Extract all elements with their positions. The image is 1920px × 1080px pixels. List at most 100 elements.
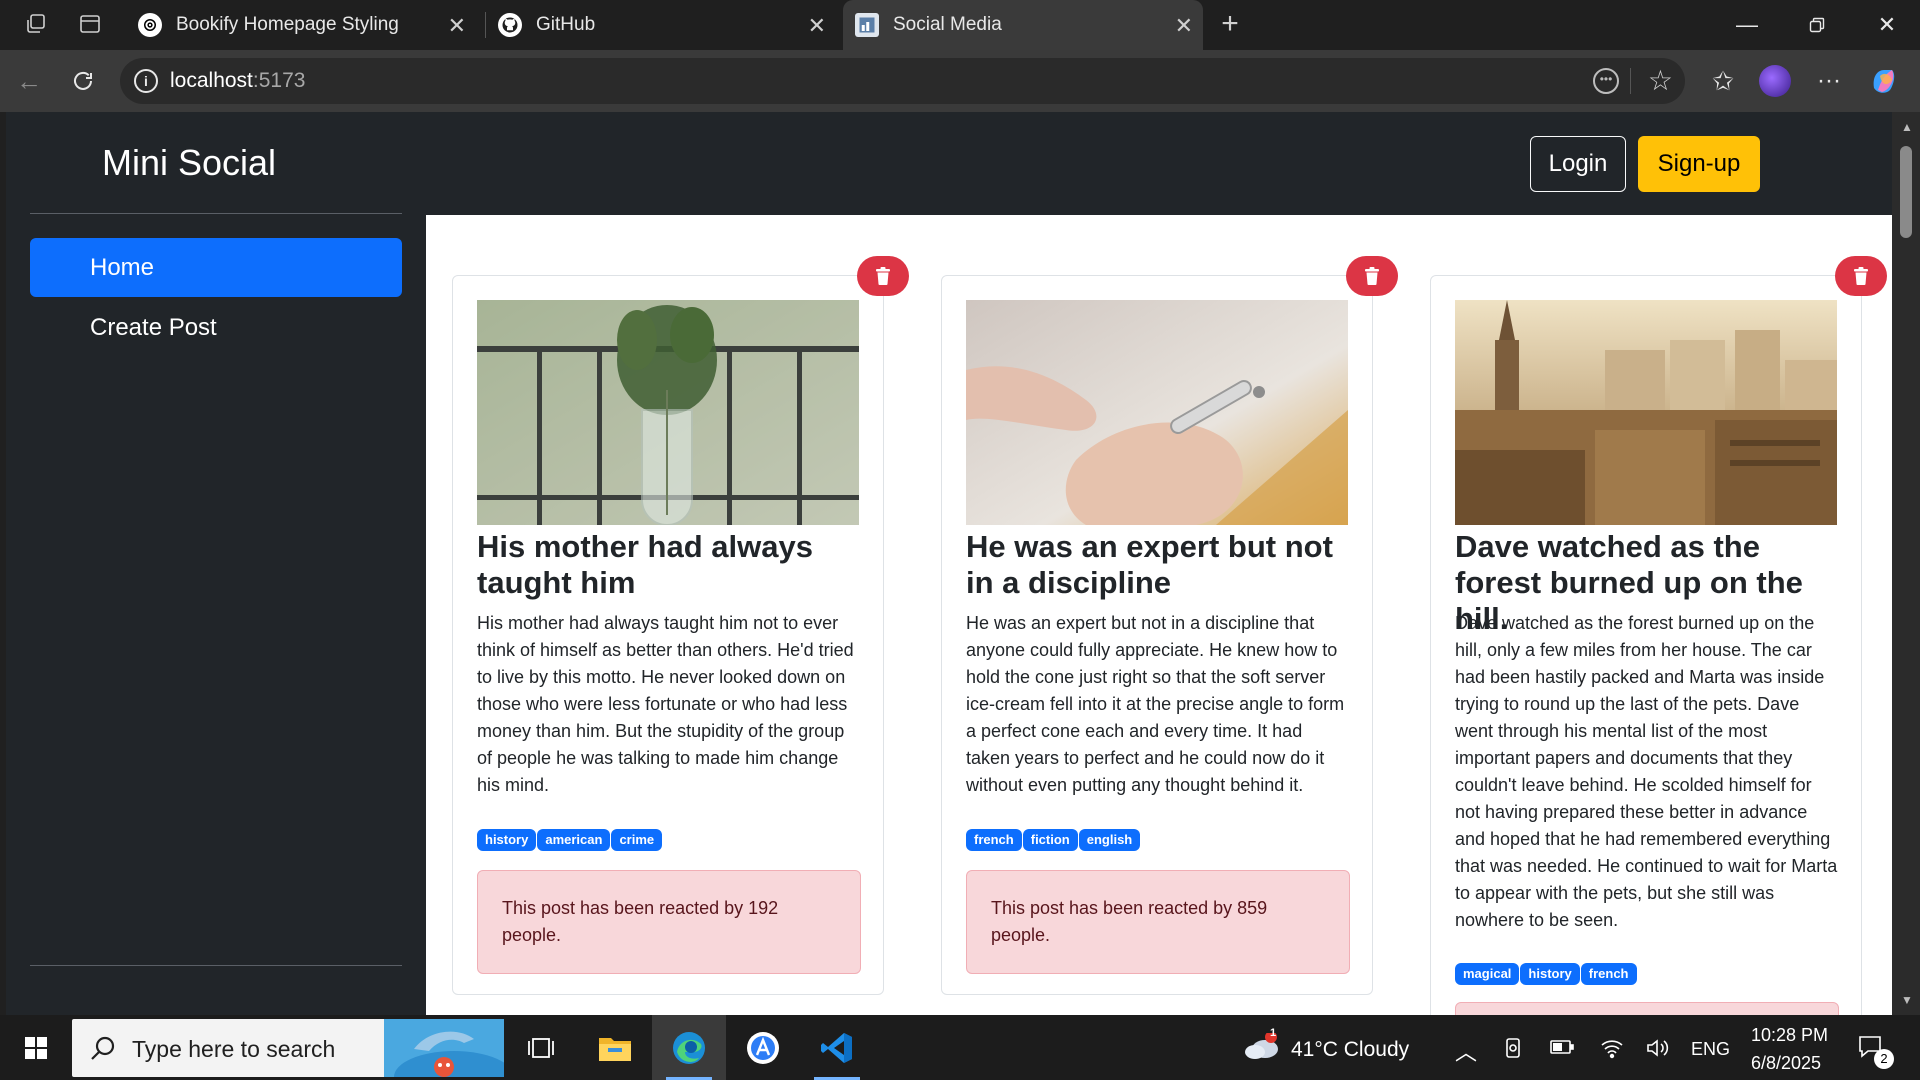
tag-badge: history [1520,963,1580,985]
browser-toolbar: ← i localhost:5173 ••• ☆ ✩ ··· [0,50,1920,112]
tab-bookify[interactable]: Bookify Homepage Styling ✕ [126,0,476,50]
scrollbar-thumb[interactable] [1900,146,1912,238]
favorites-icon[interactable]: ✩ [1706,64,1740,98]
minimize-icon[interactable]: — [1712,0,1782,50]
weather-widget[interactable]: 1 [1243,1027,1281,1066]
volume-icon[interactable] [1645,1037,1671,1065]
more-options-icon[interactable]: ··· [1812,64,1846,98]
vertical-tabs-icon[interactable] [72,8,108,40]
reaction-alert [1455,1002,1839,1015]
close-tab-icon[interactable]: ✕ [1175,13,1193,39]
close-tab-icon[interactable]: ✕ [808,13,826,39]
close-tab-icon[interactable]: ✕ [448,13,466,39]
reaction-alert: This post has been reacted by 859 people… [966,870,1350,974]
site-info-icon[interactable]: i [134,69,158,93]
close-window-icon[interactable]: ✕ [1852,0,1920,50]
show-hidden-icons-icon[interactable]: ︿ [1455,1035,1477,1067]
post-title: His mother had always taught him [477,529,813,600]
delete-post-button[interactable] [857,256,909,296]
tag-badge: magical [1455,963,1520,985]
trash-icon [876,267,890,285]
trash-icon [1854,267,1868,285]
wifi-icon[interactable] [1600,1037,1624,1065]
tab-title: GitHub [536,14,596,35]
workspaces-icon[interactable] [18,8,54,40]
vscode-button[interactable] [800,1015,874,1080]
brand-title: Mini Social [102,142,277,183]
meeting-icon[interactable] [1503,1037,1525,1065]
post-body: He was an expert but not in a discipline… [966,613,1345,795]
url-text: localhost:5173 [170,69,306,92]
task-view-icon [528,1037,554,1058]
post-body: Dave watched as the forest burned up on … [1455,613,1838,930]
tag-badge: english [1078,829,1141,851]
scroll-up-icon[interactable]: ▲ [1901,120,1913,134]
signup-button[interactable]: Sign-up [1638,136,1760,192]
address-bar[interactable]: i localhost:5173 ••• ☆ [120,58,1685,104]
weather-badge: 1 [1269,1027,1277,1039]
copilot-icon[interactable] [1866,64,1900,98]
post-tags: magical history french [1455,963,1638,985]
search-placeholder: Type here to search [132,1036,336,1062]
page-scrollbar[interactable]: ▲ ▼ [1892,112,1920,1015]
folder-icon [599,1037,631,1061]
notification-count-badge: 2 [1874,1049,1894,1069]
delete-post-button[interactable] [1346,256,1398,296]
tag-badge: french [1580,963,1637,985]
trash-icon [1365,267,1379,285]
vscode-icon [821,1032,852,1063]
login-button[interactable]: Login [1530,136,1626,192]
page-viewport: Mini Social Login Sign-up Home Create Po… [6,112,1892,1015]
edge-taskbar-button[interactable] [652,1015,726,1080]
delete-post-button[interactable] [1835,256,1887,296]
post-image [1455,300,1837,525]
search-highlight-illustration [384,1019,504,1077]
clock-time[interactable]: 10:28 PM [1751,1025,1828,1046]
reaction-alert: This post has been reacted by 192 people… [477,870,861,974]
tab-github[interactable]: GitHub ✕ [486,0,836,50]
new-tab-icon[interactable]: + [1212,7,1248,40]
file-explorer-button[interactable] [578,1015,652,1080]
restore-icon[interactable] [1782,0,1852,50]
tag-badge: crime [611,829,663,851]
scroll-down-icon[interactable]: ▼ [1901,993,1913,1007]
post-title: He was an expert but not in a discipline [966,529,1333,600]
favorite-star-icon[interactable]: ☆ [1648,64,1673,97]
edge-icon [673,1031,705,1064]
sidebar-divider [30,965,402,966]
refresh-icon[interactable] [66,64,100,98]
tag-badge: french [966,829,1022,851]
sidebar-divider [30,213,402,214]
sidebar-item-create-post[interactable]: Create Post [30,298,402,357]
reader-mode-icon[interactable]: ••• [1593,68,1619,94]
post-card: Dave watched as the forest burned up on … [1430,256,1887,1015]
tab-title: Social Media [893,14,1002,35]
clock-date[interactable]: 6/8/2025 [1751,1053,1821,1074]
sidebar-item-home[interactable]: Home [30,238,402,297]
back-icon[interactable]: ← [12,64,46,98]
post-tags: history american crime [477,829,663,851]
sidebar-item-label: Create Post [90,313,217,341]
openai-icon [138,13,162,37]
tag-badge: history [477,829,537,851]
post-body: His mother had always taught him not to … [477,613,854,795]
page-icon [855,13,879,37]
sidebar-item-label: Home [90,253,155,281]
post-card: He was an expert but not in a discipline… [941,256,1398,995]
windows-taskbar: Type here to search 1 41°C Cloudy ︿ ENG … [0,1015,1920,1080]
taskbar-search-box[interactable]: Type here to search [72,1019,504,1077]
browser-tabstrip: Bookify Homepage Styling ✕ GitHub ✕ Soci… [0,0,1920,50]
tab-title: Bookify Homepage Styling [176,14,399,35]
battery-icon[interactable] [1550,1039,1574,1061]
start-button[interactable] [0,1015,72,1080]
tag-badge: american [537,829,611,851]
task-view-button[interactable] [504,1015,578,1080]
weather-text: 41°C Cloudy [1291,1038,1410,1061]
post-image [477,300,859,525]
tab-social-media[interactable]: Social Media ✕ [843,0,1203,50]
address-divider [1630,68,1631,94]
profile-avatar[interactable] [1758,64,1792,98]
post-image [966,300,1348,525]
app-store-button[interactable] [726,1015,800,1080]
language-indicator[interactable]: ENG [1691,1039,1730,1060]
